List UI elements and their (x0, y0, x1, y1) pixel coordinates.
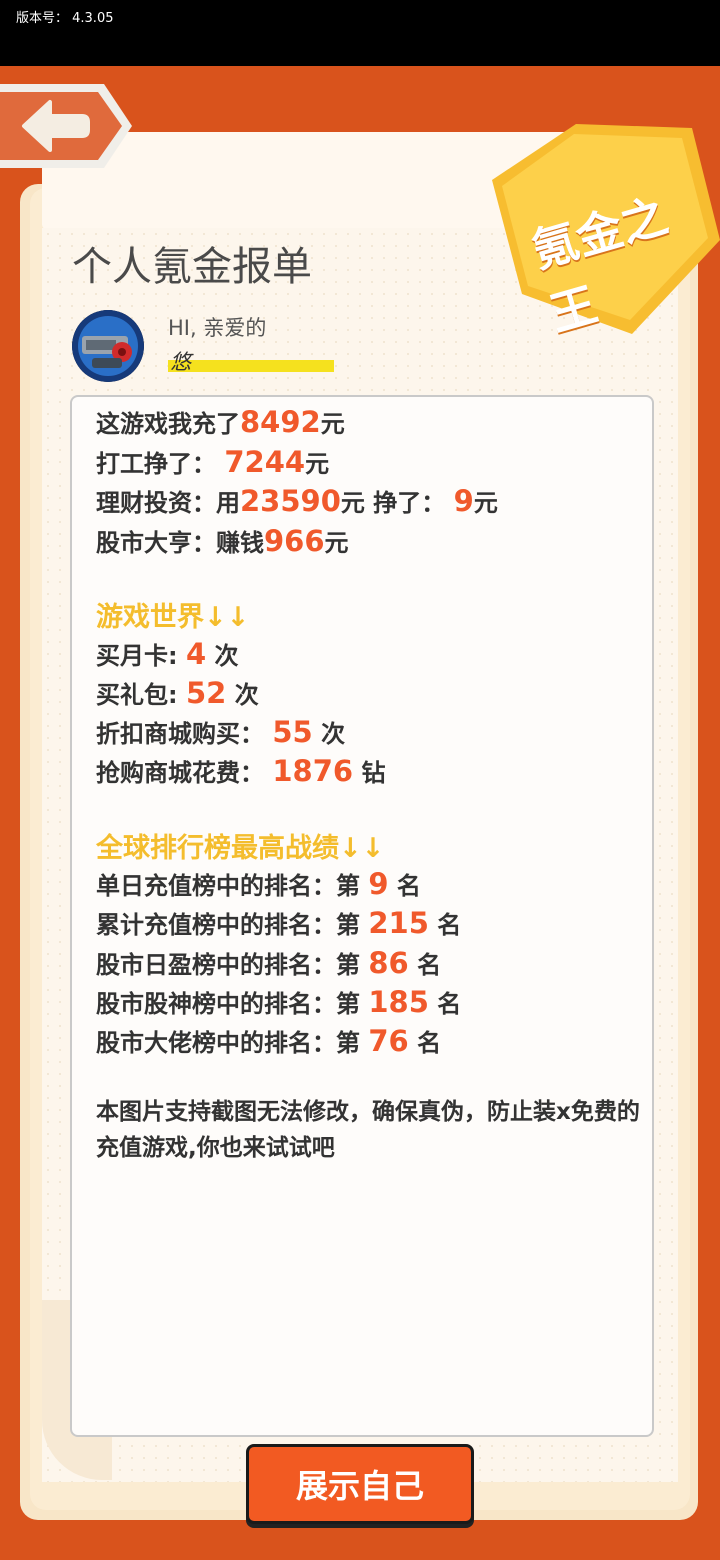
work-earnings-line: 打工挣了： 7244元 (96, 445, 330, 479)
stock-earnings-value: 966 (264, 524, 325, 558)
investment-line: 理财投资：用23590元 挣了： 9元 (96, 484, 498, 518)
page-title: 个人氪金报单 (72, 244, 312, 290)
avatar (72, 310, 144, 382)
list-item: 买月卡: 4 次 (96, 637, 239, 671)
stock-tycoon-line: 股市大亨：赚钱966元 (96, 524, 349, 558)
disclaimer-note: 本图片支持截图无法修改，确保真伪，防止装x免费的充值游戏,你也来试试吧 (96, 1099, 640, 1161)
list-item: 累计充值榜中的排名：第 215 名 (96, 906, 462, 940)
back-arrow-icon (0, 84, 132, 168)
game-world-title: 游戏世界↓↓ (96, 602, 250, 633)
total-recharge-value: 8492 (240, 405, 321, 439)
version-label: 版本号： 4.3.05 (16, 11, 114, 26)
name-highlight (168, 360, 334, 372)
status-bar: 版本号： 4.3.05 (0, 0, 720, 66)
list-item: 股市大佬榜中的排名：第 76 名 (96, 1024, 442, 1058)
list-item: 股市日盈榜中的排名：第 86 名 (96, 946, 442, 980)
username: 悠 (170, 350, 191, 374)
list-item: 单日充值榜中的排名：第 9 名 (96, 867, 421, 901)
show-myself-label: 展示自己 (295, 1467, 424, 1505)
rankings-title: 全球排行榜最高战绩↓↓ (96, 833, 385, 864)
investment-value: 23590 (240, 484, 341, 518)
list-item: 买礼包: 52 次 (96, 676, 259, 710)
greeting-text: HI, 亲爱的 (168, 316, 267, 340)
list-item: 折扣商城购买： 55 次 (96, 715, 346, 749)
back-button[interactable] (0, 80, 136, 172)
list-item: 抢购商城花费： 1876 钻 (96, 754, 386, 788)
investment-earned-value: 9 (453, 484, 474, 518)
work-earnings-value: 7244 (224, 445, 306, 479)
total-recharge-line: 这游戏我充了8492元 (96, 405, 345, 439)
show-myself-button[interactable]: 展示自己 (246, 1444, 474, 1524)
list-item: 股市股神榜中的排名：第 185 名 (96, 985, 462, 1019)
